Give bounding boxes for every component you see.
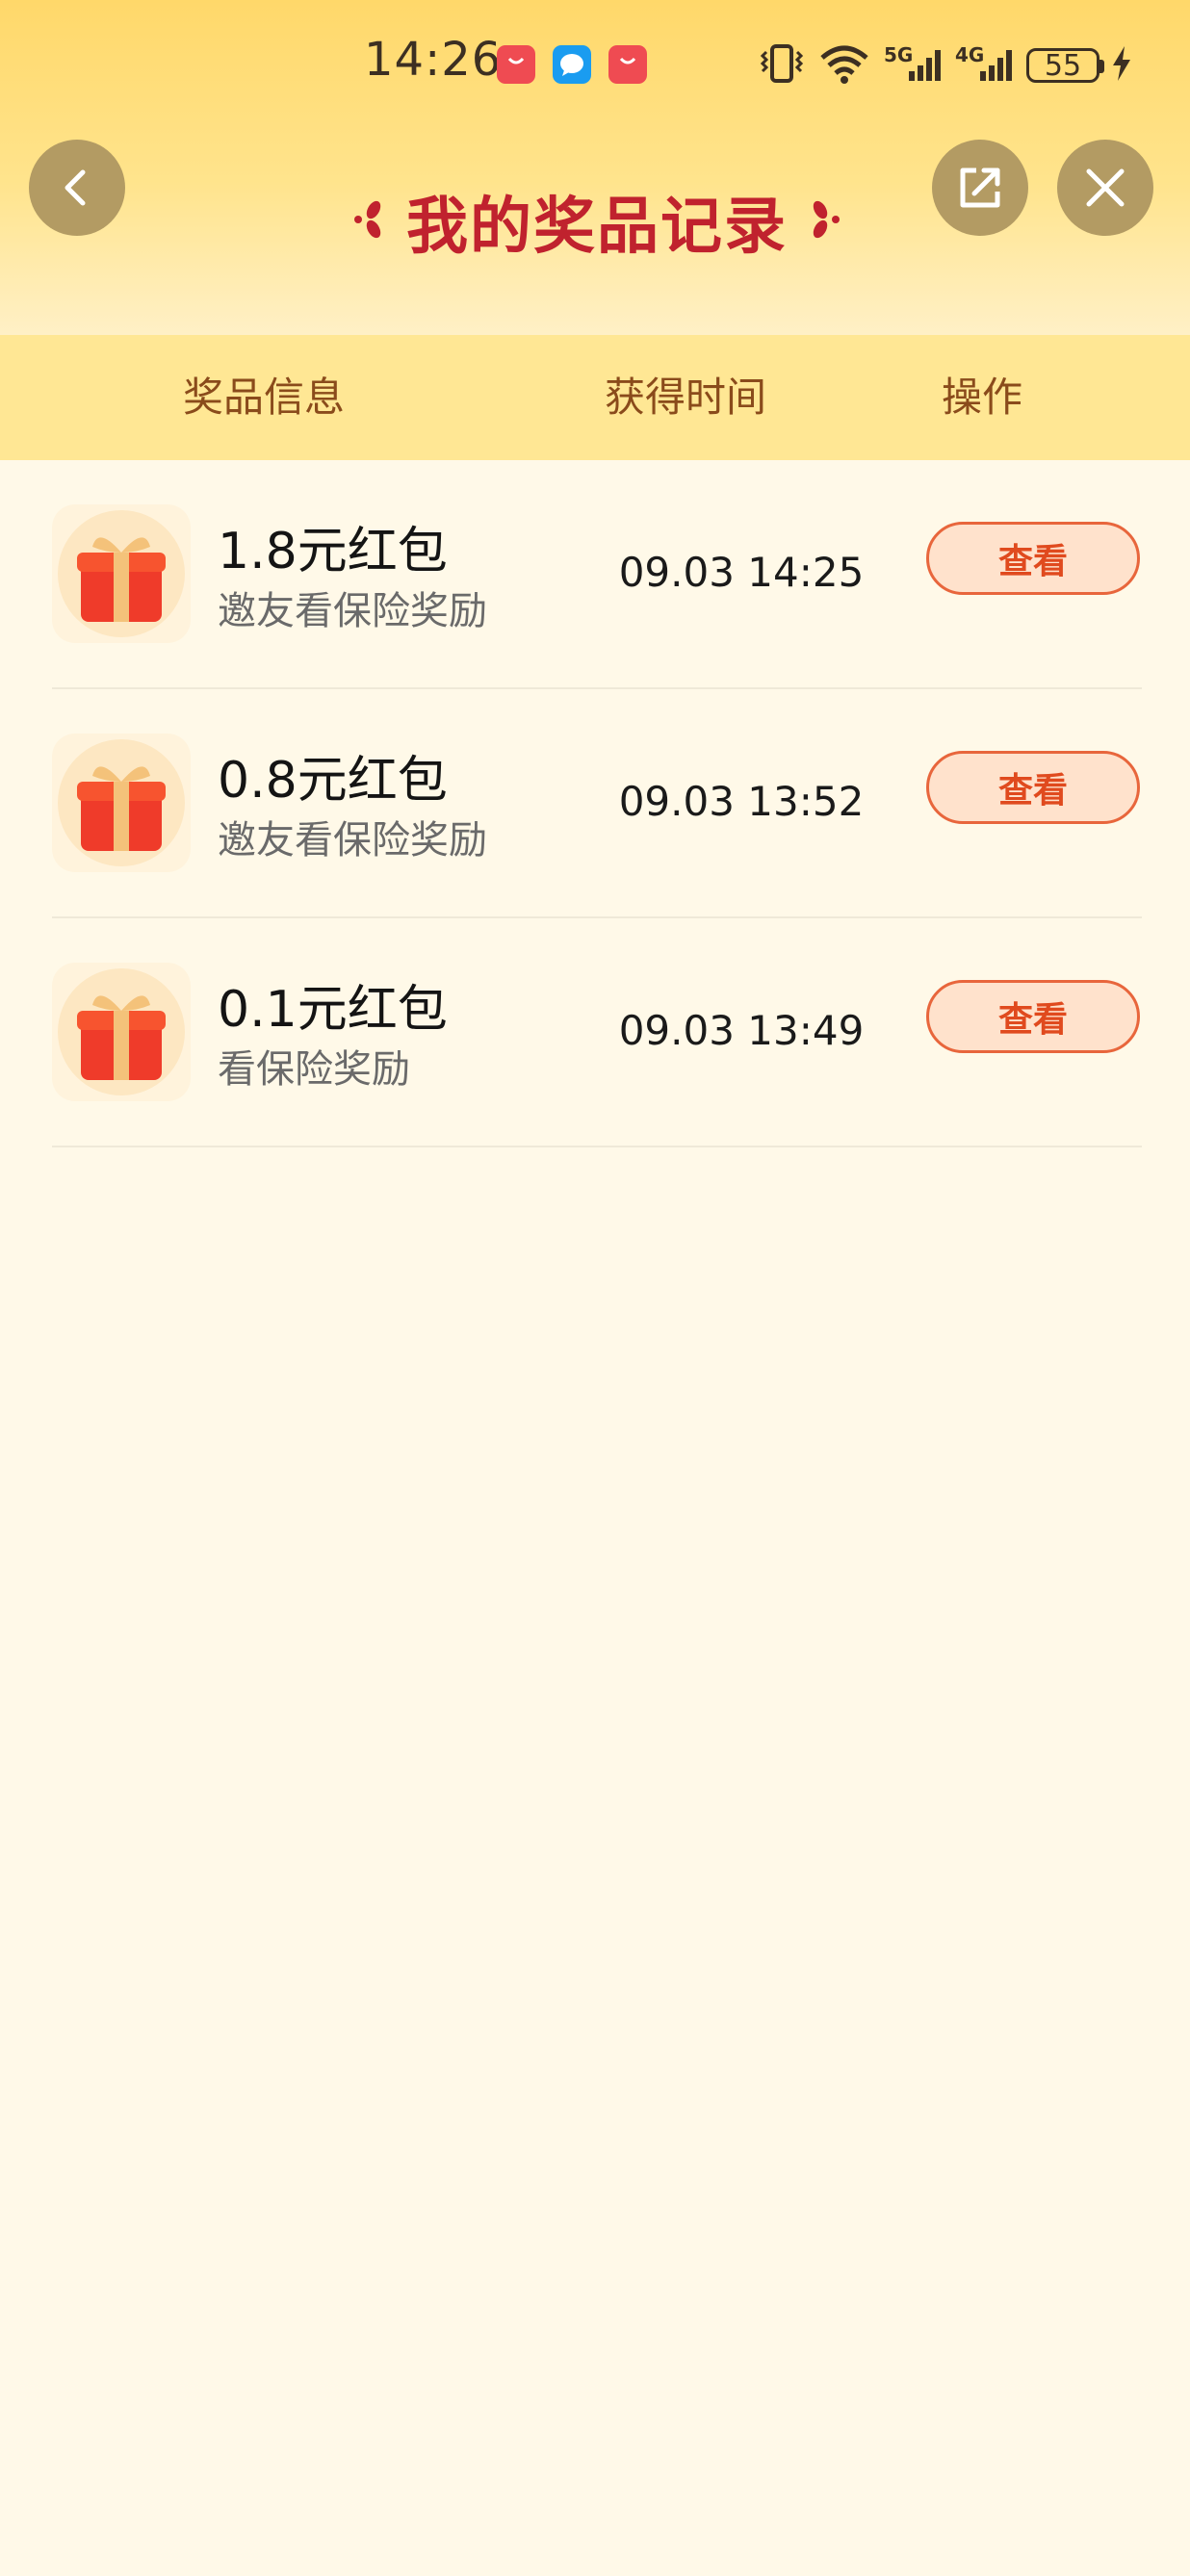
view-button[interactable]: 查看	[926, 522, 1140, 595]
charging-icon	[1111, 44, 1132, 87]
column-header-prize-info: 奖品信息	[182, 374, 345, 421]
table-row: 0.8元红包 邀友看保险奖励 09.03 13:52 查看	[52, 689, 1142, 918]
message-app-icon	[553, 45, 591, 84]
prize-time: 09.03 13:52	[618, 778, 865, 825]
table-header: 奖品信息 获得时间 操作	[0, 335, 1190, 460]
status-bar: 14:26 5G 4G 55	[0, 0, 1190, 125]
system-icons: 5G 4G 55	[759, 39, 1132, 92]
close-icon	[1086, 168, 1125, 207]
view-button[interactable]: 查看	[926, 751, 1140, 824]
column-header-time: 获得时间	[604, 374, 766, 421]
prize-title: 0.1元红包	[218, 981, 448, 1039]
signal-5g-icon: 5G	[884, 42, 944, 89]
network-5g-label: 5G	[884, 43, 913, 66]
prize-source: 看保险奖励	[218, 1047, 410, 1092]
share-external-icon	[960, 167, 1000, 208]
page-title-area: 我的奖品记录	[347, 178, 847, 265]
gift-box-icon	[52, 963, 191, 1101]
prize-title: 1.8元红包	[218, 523, 448, 580]
prize-source: 邀友看保险奖励	[218, 589, 487, 633]
prize-time: 09.03 13:49	[618, 1007, 865, 1054]
view-button[interactable]: 查看	[926, 980, 1140, 1053]
share-button[interactable]	[932, 140, 1028, 236]
huawei-appgallery-icon	[608, 45, 647, 84]
vibrate-icon	[759, 42, 805, 89]
prize-title: 0.8元红包	[218, 752, 448, 810]
gift-box-icon	[52, 504, 191, 643]
wifi-icon	[816, 42, 872, 89]
leaf-ornament-right-icon	[809, 196, 841, 246]
leaf-ornament-left-icon	[352, 196, 385, 246]
page-title: 我的奖品记录	[406, 192, 788, 263]
prize-source: 邀友看保险奖励	[218, 818, 487, 863]
table-row: 0.1元红包 看保险奖励 09.03 13:49 查看	[52, 918, 1142, 1147]
column-header-action: 操作	[941, 374, 1022, 421]
close-button[interactable]	[1057, 140, 1153, 236]
prize-time: 09.03 14:25	[618, 549, 865, 596]
table-row: 1.8元红包 邀友看保险奖励 09.03 14:25 查看	[52, 460, 1142, 689]
status-time: 14:26	[364, 33, 503, 87]
chevron-left-icon	[65, 169, 86, 206]
huawei-appgallery-icon	[497, 45, 535, 84]
signal-4g-icon: 4G	[955, 42, 1015, 89]
battery-indicator: 55	[1026, 48, 1104, 83]
network-4g-label: 4G	[955, 43, 984, 66]
gift-box-icon	[52, 734, 191, 872]
back-button[interactable]	[29, 140, 125, 236]
battery-level: 55	[1044, 48, 1082, 83]
